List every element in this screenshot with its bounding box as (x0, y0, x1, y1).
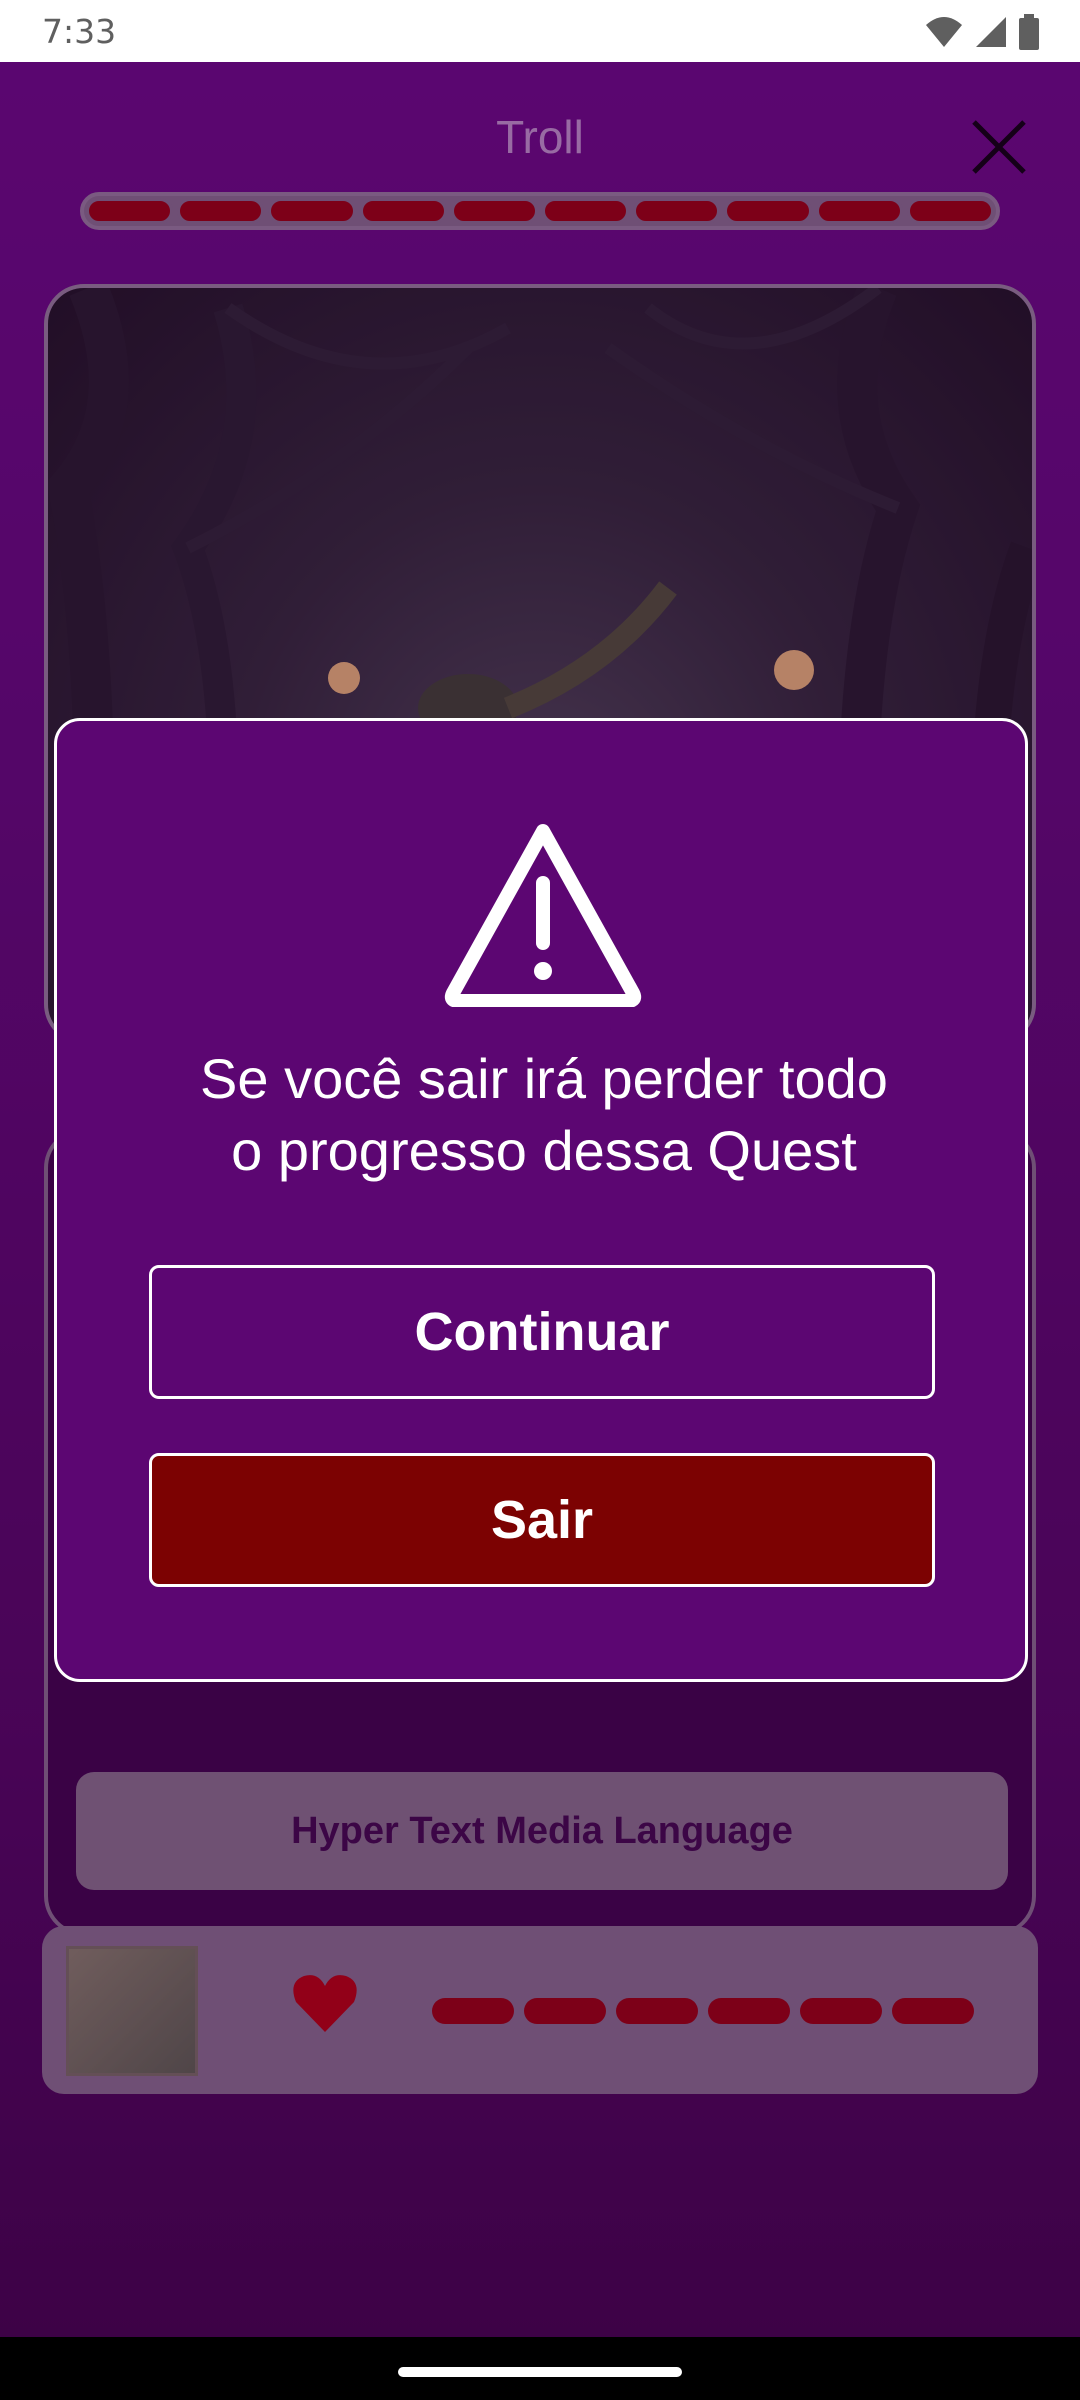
status-time: 7:33 (42, 12, 117, 51)
quest-screen: Troll Hyper Text Media Language Se você … (0, 62, 1080, 2337)
wifi-icon (926, 17, 962, 47)
dialog-message-line: Se você sair irá perder todo (200, 1047, 888, 1110)
signal-icon (976, 17, 1006, 47)
warning-icon (444, 824, 642, 1007)
dialog-message-line: o progresso dessa Quest (231, 1119, 857, 1182)
exit-confirm-dialog: Se você sair irá perder todo o progresso… (54, 718, 1028, 1682)
status-bar: 7:33 (0, 0, 1080, 62)
home-handle[interactable] (398, 2367, 682, 2377)
continue-button[interactable]: Continuar (149, 1265, 935, 1399)
dialog-message: Se você sair irá perder todo o progresso… (97, 1043, 991, 1187)
exit-button[interactable]: Sair (149, 1453, 935, 1587)
status-icons (924, 14, 1040, 50)
system-nav-bar (0, 2337, 1080, 2400)
battery-icon (1019, 14, 1039, 50)
